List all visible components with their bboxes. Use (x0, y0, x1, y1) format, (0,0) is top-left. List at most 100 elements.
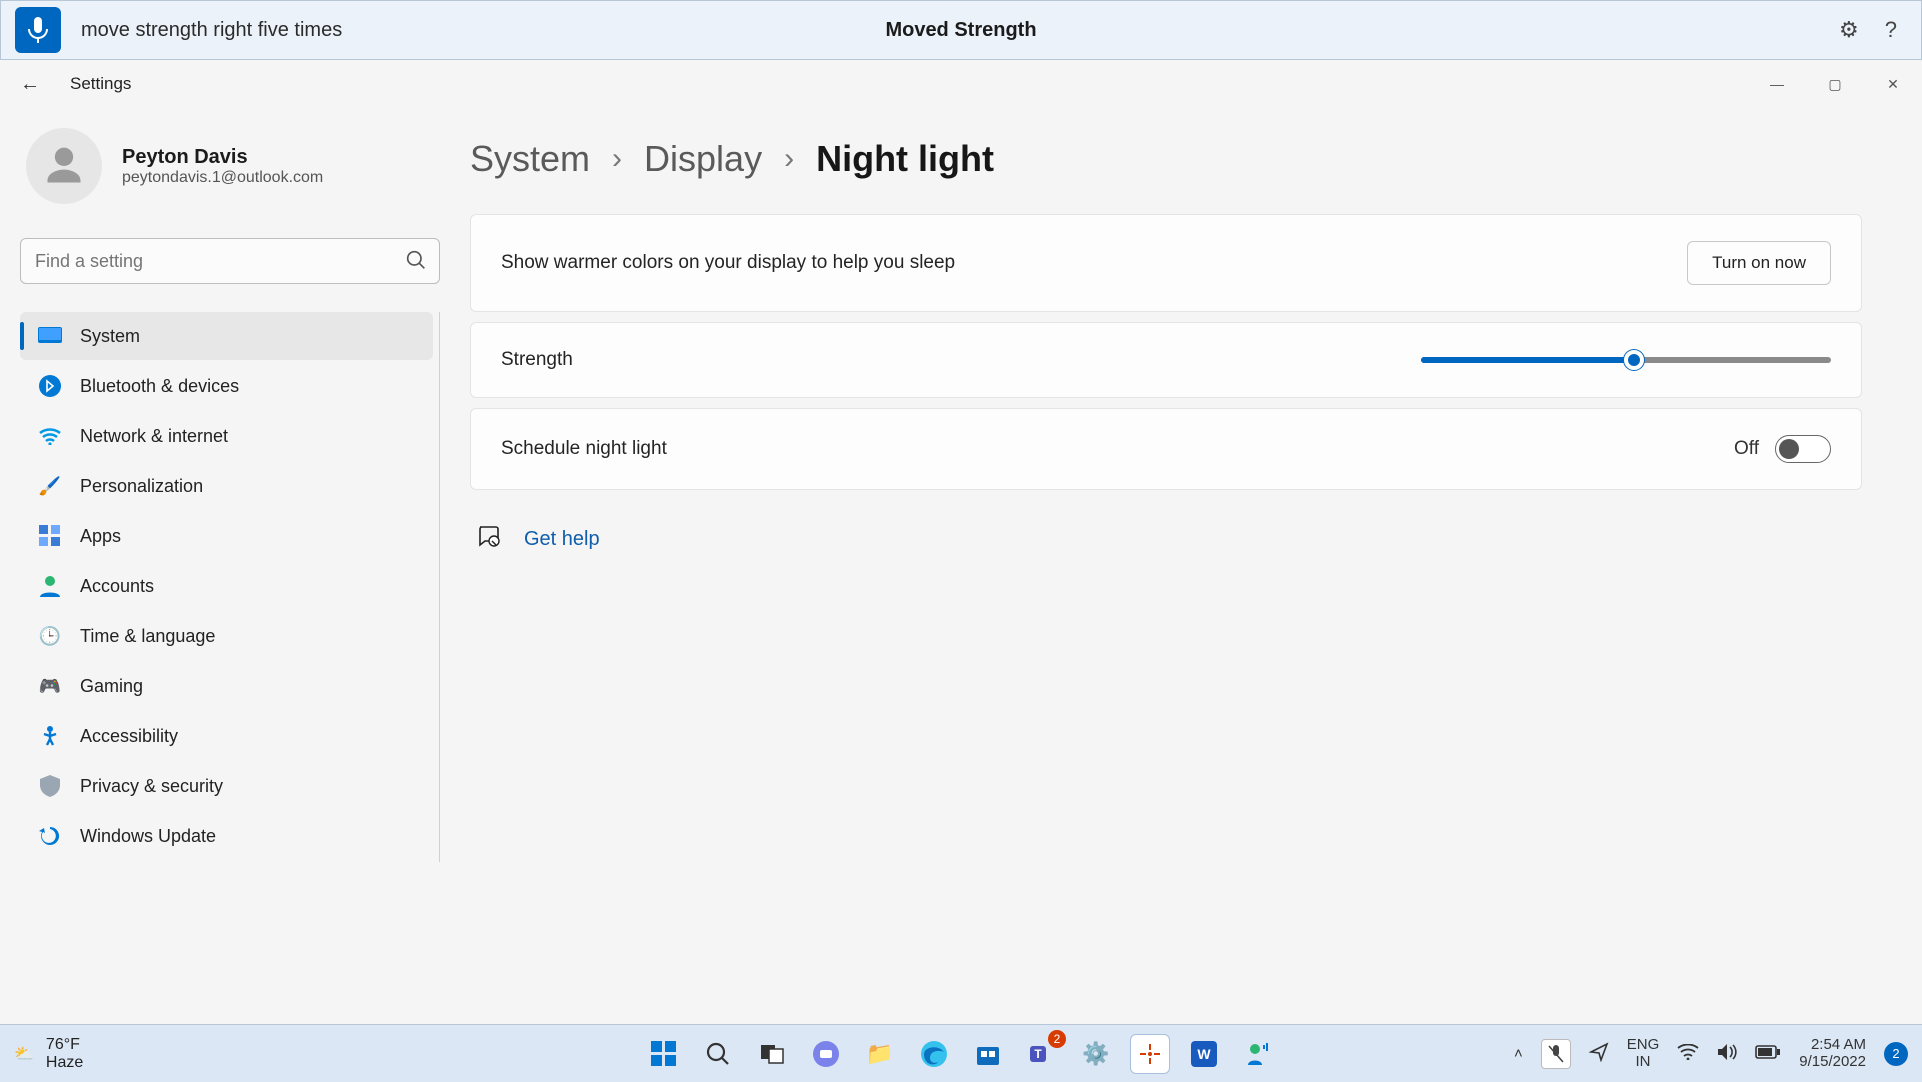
apps-icon (38, 524, 62, 548)
sidebar-item-label: Accounts (80, 576, 154, 597)
accessibility-icon (38, 724, 62, 748)
taskbar-snipping-tool[interactable] (1130, 1034, 1170, 1074)
breadcrumb-display[interactable]: Display (644, 138, 762, 180)
night-light-description: Show warmer colors on your display to he… (501, 252, 955, 274)
profile-email: peytondavis.1@outlook.com (122, 169, 323, 187)
main-content: System › Display › Night light Show warm… (440, 108, 1922, 1024)
voice-settings-icon[interactable]: ⚙ (1839, 17, 1859, 43)
sidebar-item-system[interactable]: System (20, 312, 433, 360)
sidebar-item-label: System (80, 326, 140, 347)
taskbar-file-explorer[interactable]: 📁 (860, 1034, 900, 1074)
avatar (26, 128, 102, 204)
window-titlebar: ← Settings ― ▢ ✕ (0, 60, 1922, 108)
sidebar-item-label: Time & language (80, 626, 215, 647)
sidebar-item-accounts[interactable]: Accounts (20, 562, 433, 610)
search-icon[interactable] (406, 250, 426, 275)
search-wrap (20, 238, 440, 284)
sidebar-nav: System Bluetooth & devices Network & int… (20, 312, 440, 862)
person-icon (42, 144, 86, 188)
turn-on-now-button[interactable]: Turn on now (1687, 241, 1831, 285)
breadcrumb-system[interactable]: System (470, 138, 590, 180)
gamepad-icon: 🎮 (38, 674, 62, 698)
sidebar-item-label: Gaming (80, 676, 143, 697)
card-strength: Strength (470, 322, 1862, 398)
schedule-state: Off (1734, 438, 1759, 460)
settings-window: ← Settings ― ▢ ✕ Peyton Davis peytondavi… (0, 60, 1922, 1024)
voice-command-text: move strength right five times (81, 19, 342, 42)
teams-badge: 2 (1048, 1030, 1066, 1048)
sidebar-item-label: Accessibility (80, 726, 178, 747)
svg-text:T: T (1034, 1047, 1042, 1061)
sidebar-item-privacy[interactable]: Privacy & security (20, 762, 433, 810)
voice-access-bar: move strength right five times Moved Str… (0, 0, 1922, 60)
taskbar-word[interactable]: W (1184, 1034, 1224, 1074)
tray-language[interactable]: ENG IN (1627, 1037, 1660, 1070)
sidebar-item-label: Apps (80, 526, 121, 547)
weather-cond: Haze (46, 1054, 83, 1072)
sidebar-item-label: Personalization (80, 476, 203, 497)
sidebar-item-bluetooth[interactable]: Bluetooth & devices (20, 362, 433, 410)
voice-mic-button[interactable] (15, 7, 61, 53)
start-button[interactable] (644, 1034, 684, 1074)
taskbar-teams[interactable]: T 2 (1022, 1034, 1062, 1074)
profile-name: Peyton Davis (122, 146, 323, 169)
sidebar-item-label: Privacy & security (80, 776, 223, 797)
chevron-right-icon: › (784, 142, 794, 176)
tray-mic-mute[interactable] (1541, 1039, 1571, 1069)
bluetooth-icon (38, 374, 62, 398)
maximize-button[interactable]: ▢ (1806, 63, 1864, 105)
svg-text:W: W (1197, 1046, 1211, 1062)
sidebar-item-network[interactable]: Network & internet (20, 412, 433, 460)
sidebar-item-time-language[interactable]: 🕒 Time & language (20, 612, 433, 660)
taskbar-settings[interactable]: ⚙️ (1076, 1034, 1116, 1074)
wifi-icon (38, 424, 62, 448)
help-row: Get help (470, 524, 1862, 554)
sidebar-item-label: Windows Update (80, 826, 216, 847)
task-view[interactable] (752, 1034, 792, 1074)
sidebar-item-apps[interactable]: Apps (20, 512, 433, 560)
weather-icon: ⛅ (14, 1044, 34, 1064)
sidebar-item-label: Bluetooth & devices (80, 376, 239, 397)
voice-help-icon[interactable]: ? (1885, 17, 1897, 43)
shield-icon (38, 774, 62, 798)
slider-thumb[interactable] (1624, 350, 1644, 370)
chevron-right-icon: › (612, 142, 622, 176)
strength-slider[interactable] (1421, 357, 1831, 363)
sidebar-item-personalization[interactable]: 🖌️ Personalization (20, 462, 433, 510)
taskbar: ⛅ 76°F Haze 📁 T 2 ⚙️ W ˄ ENG IN (0, 1024, 1922, 1082)
sidebar-item-accessibility[interactable]: Accessibility (20, 712, 433, 760)
close-button[interactable]: ✕ (1864, 63, 1922, 105)
breadcrumb-current: Night light (816, 138, 994, 180)
tray-notifications[interactable]: 2 (1884, 1042, 1908, 1066)
profile-block[interactable]: Peyton Davis peytondavis.1@outlook.com (20, 128, 440, 204)
tray-location-icon[interactable] (1589, 1042, 1609, 1066)
taskbar-center: 📁 T 2 ⚙️ W (644, 1034, 1278, 1074)
toggle-knob (1779, 439, 1799, 459)
taskbar-edge[interactable] (914, 1034, 954, 1074)
tray-clock[interactable]: 2:54 AM 9/15/2022 (1799, 1037, 1866, 1070)
taskbar-store[interactable] (968, 1034, 1008, 1074)
taskbar-voice-access[interactable] (1238, 1034, 1278, 1074)
search-input[interactable] (20, 238, 440, 284)
tray-volume-icon[interactable] (1717, 1043, 1737, 1065)
sidebar: Peyton Davis peytondavis.1@outlook.com S… (0, 108, 440, 1024)
schedule-label: Schedule night light (501, 438, 667, 460)
taskbar-weather[interactable]: ⛅ 76°F Haze (14, 1036, 83, 1071)
minimize-button[interactable]: ― (1748, 63, 1806, 105)
account-icon (38, 574, 62, 598)
display-icon (38, 324, 62, 348)
tray-overflow[interactable]: ˄ (1514, 1045, 1523, 1062)
slider-fill (1421, 357, 1634, 363)
sidebar-item-gaming[interactable]: 🎮 Gaming (20, 662, 433, 710)
taskbar-chat[interactable] (806, 1034, 846, 1074)
back-button[interactable]: ← (20, 73, 40, 96)
microphone-icon (27, 17, 49, 43)
tray-wifi-icon[interactable] (1677, 1044, 1699, 1064)
taskbar-search[interactable] (698, 1034, 738, 1074)
schedule-toggle[interactable] (1775, 435, 1831, 463)
help-chat-icon (476, 524, 500, 554)
clock-icon: 🕒 (38, 624, 62, 648)
tray-battery-icon[interactable] (1755, 1045, 1781, 1063)
sidebar-item-windows-update[interactable]: Windows Update (20, 812, 433, 860)
get-help-link[interactable]: Get help (524, 528, 600, 551)
